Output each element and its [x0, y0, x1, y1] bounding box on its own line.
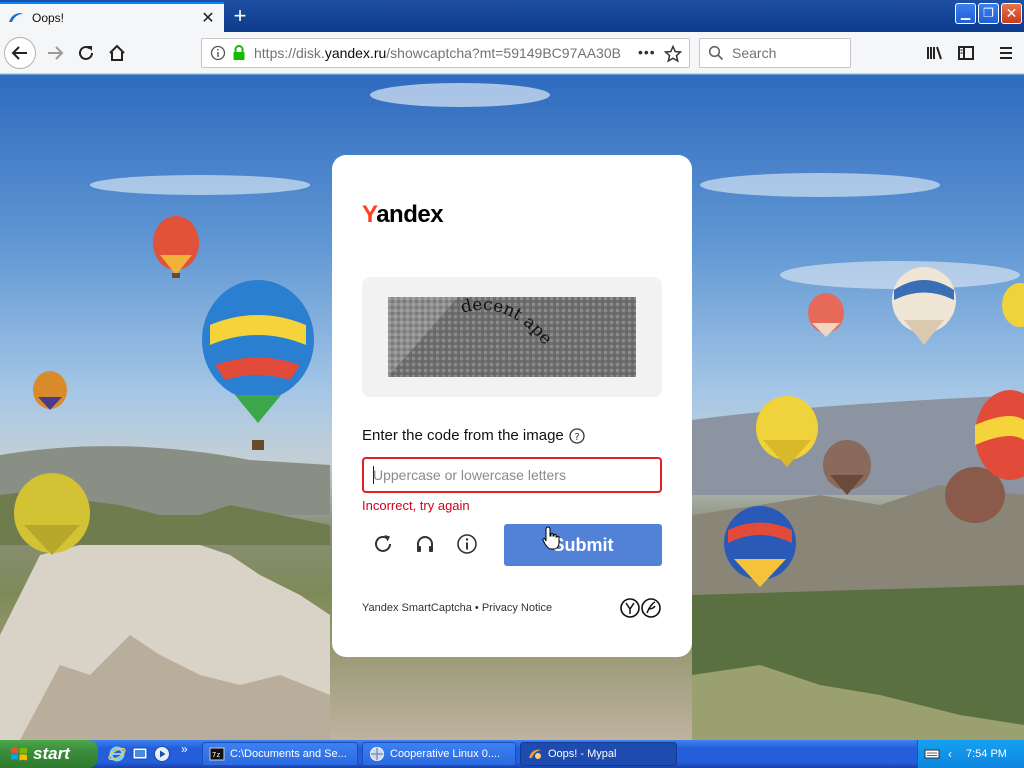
page-actions-icon[interactable]: •••: [638, 44, 656, 60]
mypal-favicon-icon: [9, 13, 23, 22]
taskbar-item-label: C:\Documents and Se...: [230, 748, 347, 760]
tab-strip: Oops! ✕ + ▁ ❐ ✕: [0, 0, 1024, 32]
url-domain: yandex.ru: [324, 45, 387, 61]
sidebar-button[interactable]: [951, 38, 981, 68]
home-icon: [109, 44, 125, 61]
tab-oops[interactable]: Oops! ✕: [0, 2, 224, 32]
captcha-card: Yandex decent ape Enter the code from th…: [332, 155, 692, 657]
search-bar[interactable]: Search: [699, 38, 851, 68]
keyboard-icon[interactable]: [924, 746, 940, 762]
tab-close-icon[interactable]: ✕: [200, 8, 216, 28]
close-window-button[interactable]: ✕: [1001, 3, 1022, 24]
taskbar-item-mypal[interactable]: Oops! - Mypal: [520, 742, 677, 766]
sidebar-icon: [958, 46, 974, 60]
minimize-button[interactable]: ▁: [955, 3, 976, 24]
refresh-captcha-icon[interactable]: [372, 533, 394, 555]
hamburger-menu-icon: [1000, 47, 1012, 59]
balloon-5: [808, 293, 844, 337]
forward-button[interactable]: [40, 38, 70, 68]
cmd-icon: 7z: [209, 747, 225, 761]
yandex-logo-y: Y: [362, 201, 377, 228]
internet-explorer-icon[interactable]: [108, 745, 126, 763]
tray-expand-icon[interactable]: ‹: [948, 747, 952, 761]
menu-button[interactable]: [991, 38, 1021, 68]
show-desktop-icon[interactable]: [131, 745, 149, 763]
yandex-logo-rest: andex: [376, 201, 444, 228]
audio-captcha-icon[interactable]: [414, 533, 436, 555]
library-icon: [927, 46, 942, 60]
url-text: https://disk.yandex.ru/showcaptcha?mt=59…: [254, 45, 620, 61]
taskbar-item-label: Oops! - Mypal: [548, 748, 617, 760]
site-info-icon[interactable]: [210, 45, 226, 61]
media-player-icon[interactable]: [153, 745, 171, 763]
library-button[interactable]: [920, 38, 950, 68]
captcha-prompt: Enter the code from the image ?: [362, 427, 585, 444]
captcha-prompt-text: Enter the code from the image: [362, 427, 564, 444]
taskbar-item-colinux[interactable]: Cooperative Linux 0....: [362, 742, 516, 766]
reload-button[interactable]: [71, 38, 101, 68]
balloon-2: [202, 280, 314, 450]
captcha-footer-links[interactable]: Yandex SmartCaptcha • Privacy Notice: [362, 602, 552, 614]
balloon-12: [1002, 283, 1024, 327]
back-button[interactable]: [4, 37, 36, 69]
reload-icon: [79, 45, 93, 60]
taskbar-item-label: Cooperative Linux 0....: [390, 748, 501, 760]
submit-button[interactable]: Submit: [504, 524, 662, 566]
home-button[interactable]: [102, 38, 132, 68]
url-path: /showcaptcha?mt=59149BC97AA30B: [386, 45, 620, 61]
forward-arrow-icon: [48, 46, 64, 60]
balloon-6: [892, 267, 956, 345]
captcha-image: decent ape: [388, 297, 636, 377]
text-caret: [373, 466, 374, 484]
svg-text:7z: 7z: [212, 751, 220, 759]
navigation-toolbar: https://disk.yandex.ru/showcaptcha?mt=59…: [0, 32, 1024, 74]
bookmark-star-icon[interactable]: [664, 45, 682, 63]
quicklaunch-more-icon[interactable]: »: [181, 742, 199, 760]
smartcaptcha-logo-icon: [620, 598, 661, 618]
globe-icon: [370, 747, 384, 761]
help-icon[interactable]: ?: [569, 427, 585, 444]
taskbar-item-cmd[interactable]: 7z C:\Documents and Se...: [202, 742, 358, 766]
balloon-1: [153, 216, 199, 278]
tab-title: Oops!: [32, 11, 65, 25]
start-button[interactable]: start: [0, 740, 98, 768]
info-icon[interactable]: [456, 533, 478, 555]
windows-logo-icon: [11, 747, 27, 761]
svg-text:?: ?: [574, 432, 579, 443]
mouse-pointer-icon: [542, 526, 560, 550]
url-bar[interactable]: https://disk.yandex.ru/showcaptcha?mt=59…: [201, 38, 690, 68]
balloon-3: [33, 371, 67, 410]
clock: 7:54 PM: [966, 748, 1007, 760]
page-viewport: Yandex decent ape Enter the code from th…: [0, 75, 1024, 740]
taskbar: start » 7z C:\Documents and Se... Cooper…: [0, 740, 1024, 768]
search-placeholder: Search: [732, 45, 777, 61]
captcha-code-input[interactable]: [362, 457, 662, 493]
error-message: Incorrect, try again: [362, 498, 470, 513]
start-label: start: [33, 744, 70, 763]
url-scheme: https://disk.: [254, 45, 325, 61]
restore-button[interactable]: ❐: [978, 3, 999, 24]
back-arrow-icon: [11, 46, 27, 60]
search-icon: [708, 45, 724, 61]
lock-icon: [233, 45, 245, 60]
captcha-image-frame: decent ape: [362, 277, 662, 397]
system-tray: ‹ 7:54 PM: [917, 740, 1024, 768]
yandex-logo: Yandex: [362, 201, 444, 229]
new-tab-button[interactable]: +: [228, 5, 252, 29]
mypal-icon: [529, 749, 541, 759]
